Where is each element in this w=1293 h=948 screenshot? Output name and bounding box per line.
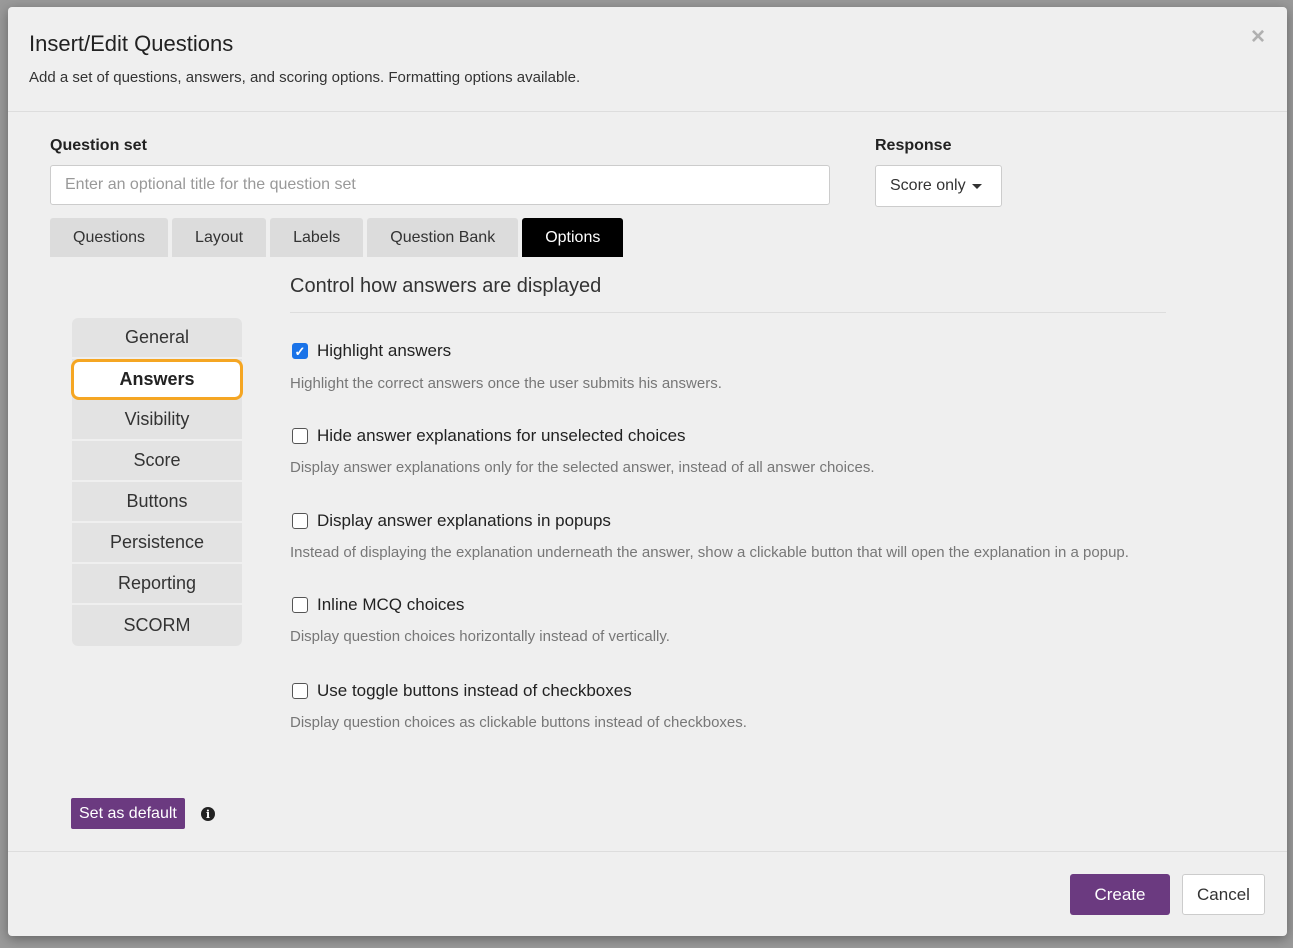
option-label: Use toggle buttons instead of checkboxes [317, 681, 632, 700]
tab-question-bank[interactable]: Question Bank [367, 218, 519, 257]
explanations-popups-checkbox[interactable] [292, 513, 308, 529]
response-dropdown[interactable]: Score only [875, 165, 1002, 207]
option-inline-mcq: Inline MCQ choices [292, 594, 464, 616]
options-sidebar: General Answers Visibility Score Buttons… [71, 318, 243, 646]
create-button[interactable]: Create [1070, 874, 1170, 915]
response-label: Response [875, 137, 952, 154]
dialog-header: Insert/Edit Questions Add a set of quest… [8, 7, 1287, 112]
option-description: Display question choices as clickable bu… [290, 714, 747, 731]
sidebar-item-answers[interactable]: Answers [71, 359, 243, 400]
sidebar-item-reporting[interactable]: Reporting [72, 564, 242, 605]
option-description: Highlight the correct answers once the u… [290, 375, 722, 392]
sidebar-item-buttons[interactable]: Buttons [72, 482, 242, 523]
dialog-subtitle: Add a set of questions, answers, and sco… [29, 69, 581, 86]
section-divider [290, 312, 1166, 313]
tab-options[interactable]: Options [522, 218, 624, 257]
section-heading: Control how answers are displayed [290, 275, 602, 297]
sidebar-item-general[interactable]: General [72, 318, 242, 359]
tab-bar: Questions Layout Labels Question Bank Op… [50, 218, 624, 257]
set-as-default-button[interactable]: Set as default [71, 798, 185, 829]
sidebar-item-visibility[interactable]: Visibility [72, 400, 242, 441]
option-description: Instead of displaying the explanation un… [290, 544, 1129, 561]
sidebar-item-persistence[interactable]: Persistence [72, 523, 242, 564]
option-label: Hide answer explanations for unselected … [317, 426, 686, 445]
option-explanations-popups: Display answer explanations in popups [292, 510, 611, 532]
option-description: Display answer explanations only for the… [290, 459, 875, 476]
info-icon[interactable]: i [201, 807, 215, 821]
question-set-input[interactable] [50, 165, 830, 205]
dialog-title: Insert/Edit Questions [29, 31, 234, 56]
inline-mcq-checkbox[interactable] [292, 597, 308, 613]
option-highlight-answers: ✓ Highlight answers [292, 340, 451, 362]
sidebar-item-score[interactable]: Score [72, 441, 242, 482]
hide-explanations-checkbox[interactable] [292, 428, 308, 444]
insert-edit-questions-dialog: Insert/Edit Questions Add a set of quest… [8, 7, 1287, 936]
option-label: Inline MCQ choices [317, 595, 465, 614]
highlight-answers-checkbox[interactable]: ✓ [292, 343, 308, 359]
tab-layout[interactable]: Layout [172, 218, 267, 257]
sidebar-item-scorm[interactable]: SCORM [72, 605, 242, 646]
close-icon[interactable]: × [1251, 25, 1265, 49]
caret-down-icon [971, 183, 982, 189]
option-label: Display answer explanations in popups [317, 511, 611, 530]
toggle-buttons-checkbox[interactable] [292, 683, 308, 699]
option-label: Highlight answers [317, 341, 452, 360]
option-hide-explanations: Hide answer explanations for unselected … [292, 425, 686, 447]
option-description: Display question choices horizontally in… [290, 628, 670, 645]
option-toggle-buttons: Use toggle buttons instead of checkboxes [292, 680, 632, 702]
tab-questions[interactable]: Questions [50, 218, 169, 257]
tab-labels[interactable]: Labels [270, 218, 364, 257]
cancel-button[interactable]: Cancel [1182, 874, 1265, 915]
response-selected-value: Score only [890, 177, 966, 194]
question-set-label: Question set [50, 137, 147, 154]
check-icon: ✓ [294, 343, 306, 359]
